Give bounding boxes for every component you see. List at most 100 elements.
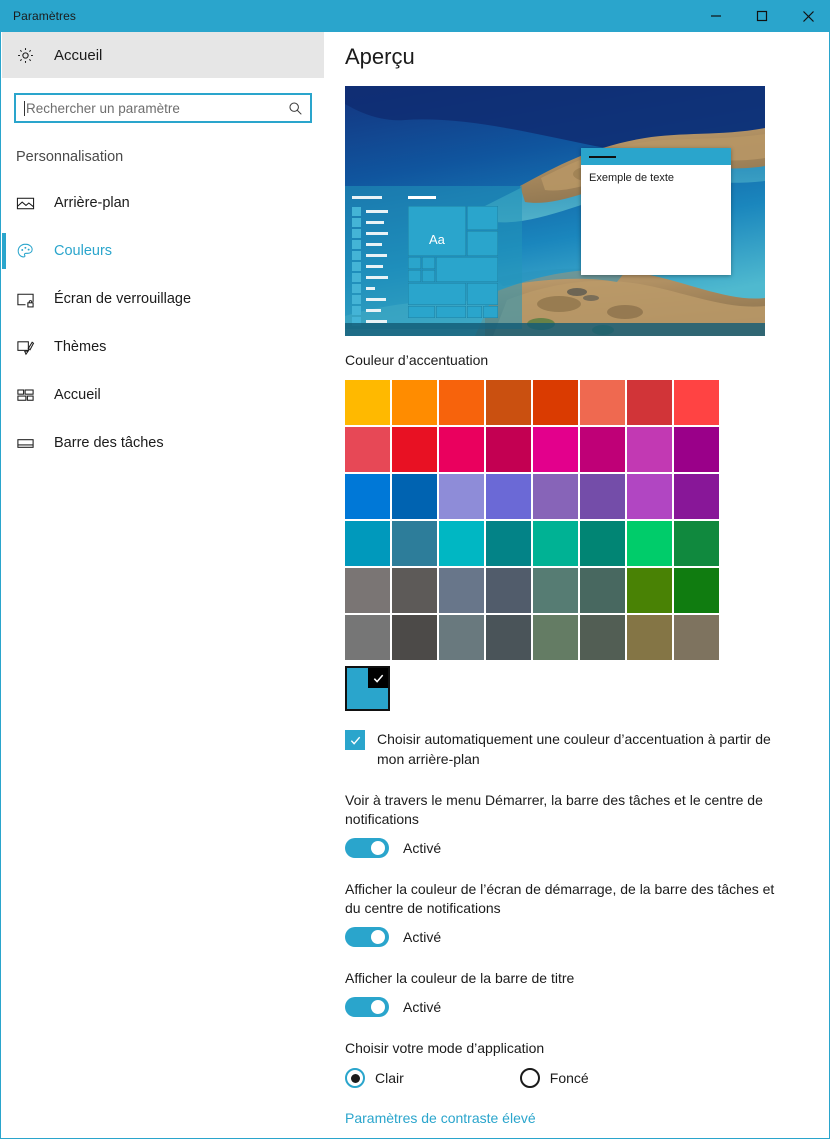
accent-swatch[interactable] (439, 427, 484, 472)
accent-swatch[interactable] (486, 521, 531, 566)
accent-swatch[interactable] (439, 568, 484, 613)
accent-swatch[interactable] (627, 380, 672, 425)
accent-swatch[interactable] (392, 380, 437, 425)
lockscreen-icon (16, 290, 42, 309)
auto-accent-checkbox[interactable] (345, 730, 365, 750)
surfaces-color-toggle[interactable] (345, 927, 389, 947)
transparency-block: Voir à travers le menu Démarrer, la barr… (345, 791, 809, 858)
accent-swatch[interactable] (486, 615, 531, 660)
accent-swatch[interactable] (345, 427, 390, 472)
accent-swatch[interactable] (580, 427, 625, 472)
preview-rail-row (352, 228, 390, 239)
preview-rail-row (352, 217, 390, 228)
accent-swatch[interactable] (345, 380, 390, 425)
sidebar-item-themes[interactable]: Thèmes (2, 323, 324, 371)
accent-swatch[interactable] (439, 380, 484, 425)
accent-swatch[interactable] (439, 474, 484, 519)
accent-swatch[interactable] (392, 427, 437, 472)
surfaces-color-description: Afficher la couleur de l’écran de démarr… (345, 881, 775, 916)
accent-swatch[interactable] (627, 568, 672, 613)
accent-swatch[interactable] (345, 568, 390, 613)
startmenu-icon (16, 386, 42, 405)
accent-swatch[interactable] (439, 615, 484, 660)
accent-swatch[interactable] (533, 380, 578, 425)
app-mode-block: Choisir votre mode d’application Clair F… (345, 1039, 809, 1088)
accent-color-grid[interactable] (345, 380, 719, 660)
preview-rail-row (352, 261, 390, 272)
search-input[interactable] (25, 97, 280, 119)
radio-dark[interactable] (519, 1068, 540, 1088)
title-bar: Paramètres (1, 0, 829, 32)
accent-swatch[interactable] (392, 568, 437, 613)
sidebar-nav: Arrière-plan Couleurs Écran de verrouill… (2, 179, 324, 467)
accent-swatch[interactable] (674, 568, 719, 613)
app-mode-option-light[interactable]: Clair (345, 1068, 404, 1088)
app-mode-option-dark[interactable]: Foncé (519, 1068, 589, 1088)
titlebar-color-toggle-row[interactable]: Activé (345, 997, 809, 1017)
high-contrast-settings-link[interactable]: Paramètres de contraste élevé (345, 1110, 536, 1126)
accent-swatch[interactable] (580, 474, 625, 519)
accent-swatch[interactable] (533, 521, 578, 566)
preview-rail-row (352, 272, 390, 283)
accent-swatch[interactable] (486, 427, 531, 472)
maximize-button[interactable] (739, 0, 785, 32)
accent-swatch[interactable] (533, 615, 578, 660)
accent-swatch[interactable] (580, 521, 625, 566)
accent-swatch[interactable] (580, 615, 625, 660)
sidebar-item-colors[interactable]: Couleurs (2, 227, 324, 275)
accent-swatch[interactable] (674, 474, 719, 519)
accent-swatch[interactable] (533, 568, 578, 613)
accent-swatch[interactable] (674, 380, 719, 425)
accent-swatch[interactable] (674, 427, 719, 472)
accent-swatch[interactable] (439, 521, 484, 566)
accent-swatch[interactable] (627, 474, 672, 519)
accent-swatch[interactable] (674, 521, 719, 566)
toggle-knob (371, 930, 385, 944)
accent-swatch[interactable] (627, 427, 672, 472)
accent-swatch[interactable] (486, 474, 531, 519)
accent-swatch[interactable] (533, 474, 578, 519)
transparency-toggle[interactable] (345, 838, 389, 858)
accent-swatch[interactable] (674, 615, 719, 660)
accent-swatch[interactable] (627, 615, 672, 660)
accent-swatch[interactable] (533, 427, 578, 472)
titlebar-color-toggle[interactable] (345, 997, 389, 1017)
window-title: Paramètres (13, 9, 77, 23)
sidebar-item-home[interactable]: Accueil (2, 32, 324, 78)
accent-swatch[interactable] (486, 380, 531, 425)
sidebar-item-taskbar[interactable]: Barre des tâches (2, 419, 324, 467)
accent-swatch[interactable] (580, 380, 625, 425)
accent-swatch[interactable] (345, 521, 390, 566)
preview-rail-row (352, 305, 390, 316)
sidebar-item-label: Barre des tâches (54, 435, 164, 451)
preview-rail-row (352, 239, 390, 250)
palette-icon (16, 242, 42, 261)
search-box[interactable] (14, 93, 312, 123)
minimize-button[interactable] (693, 0, 739, 32)
accent-swatch[interactable] (345, 474, 390, 519)
titlebar-color-block: Afficher la couleur de la barre de titre… (345, 969, 809, 1017)
sidebar-item-background[interactable]: Arrière-plan (2, 179, 324, 227)
radio-light[interactable] (345, 1068, 365, 1088)
accent-swatch[interactable] (392, 474, 437, 519)
close-button[interactable] (785, 0, 829, 32)
surfaces-color-toggle-row[interactable]: Activé (345, 927, 809, 947)
accent-swatch[interactable] (392, 521, 437, 566)
sidebar: Accueil Personnalisation (2, 32, 324, 1138)
accent-swatch[interactable] (627, 521, 672, 566)
checkmark-icon (368, 668, 388, 688)
transparency-toggle-row[interactable]: Activé (345, 838, 809, 858)
search-icon[interactable] (280, 101, 310, 116)
auto-accent-row[interactable]: Choisir automatiquement une couleur d’ac… (345, 729, 809, 769)
accent-swatch[interactable] (486, 568, 531, 613)
accent-swatch[interactable] (345, 615, 390, 660)
accent-swatch[interactable] (392, 615, 437, 660)
transparency-description: Voir à travers le menu Démarrer, la barr… (345, 792, 763, 827)
accent-swatch[interactable] (580, 568, 625, 613)
sidebar-item-lockscreen[interactable]: Écran de verrouillage (2, 275, 324, 323)
sidebar-item-start[interactable]: Accueil (2, 371, 324, 419)
preview-rail-row (352, 250, 390, 261)
sidebar-home-label: Accueil (54, 46, 103, 64)
sidebar-item-label: Écran de verrouillage (54, 291, 192, 307)
selected-accent-swatch[interactable] (345, 666, 390, 711)
